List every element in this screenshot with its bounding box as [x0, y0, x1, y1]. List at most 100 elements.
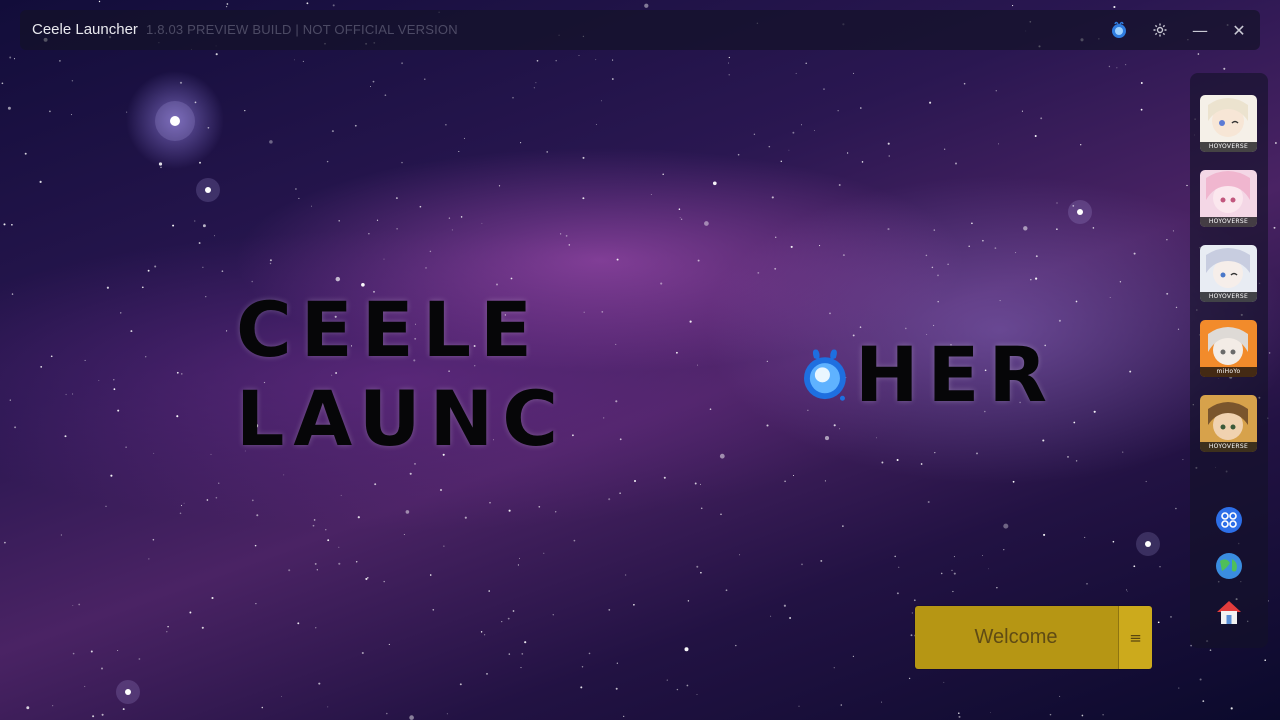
star [72, 604, 74, 606]
star [1133, 252, 1136, 255]
star [106, 286, 109, 289]
star [937, 274, 939, 277]
game-3-brand: HOYOVERSE [1200, 292, 1257, 302]
game-tile-2[interactable]: HOYOVERSE [1200, 170, 1257, 227]
star [753, 133, 756, 135]
gear-icon[interactable] [1149, 19, 1171, 41]
star [1140, 82, 1143, 84]
star [508, 509, 511, 512]
star [154, 265, 157, 268]
star [580, 686, 583, 689]
ceele-mascot-icon[interactable] [1108, 19, 1130, 41]
star [113, 379, 115, 381]
star [1040, 117, 1043, 120]
game-tile-5[interactable]: HOYOVERSE [1200, 395, 1257, 452]
star [524, 641, 527, 644]
star [9, 56, 12, 59]
star [999, 300, 1001, 302]
star [700, 483, 701, 485]
star [1003, 549, 1005, 551]
star [824, 480, 826, 482]
star [126, 111, 128, 113]
star [294, 59, 295, 61]
star [595, 124, 597, 125]
star [183, 502, 185, 504]
star [852, 655, 855, 658]
star [684, 647, 689, 652]
star [952, 590, 954, 593]
star [612, 59, 614, 61]
star [1119, 281, 1122, 283]
star [199, 161, 201, 164]
star [789, 617, 792, 619]
star [225, 5, 228, 8]
minimize-button[interactable]: — [1189, 19, 1211, 41]
globe-icon[interactable] [1214, 551, 1244, 581]
star [1, 82, 4, 85]
star [338, 546, 340, 548]
star [792, 474, 795, 477]
star [578, 54, 580, 56]
close-button[interactable]: ✕ [1228, 19, 1250, 41]
star [1112, 540, 1115, 543]
star [933, 324, 935, 327]
star [65, 393, 67, 396]
star [770, 615, 772, 617]
star [1199, 678, 1202, 681]
star [1102, 714, 1104, 716]
star [823, 88, 825, 90]
network-tool-icon[interactable] [1214, 505, 1244, 535]
bright-star [125, 689, 131, 695]
star [533, 87, 535, 89]
game-tile-3[interactable]: HOYOVERSE [1200, 245, 1257, 302]
star [261, 706, 264, 709]
star [251, 280, 253, 283]
star [728, 74, 730, 76]
star [1067, 456, 1069, 458]
welcome-menu-button[interactable]: ≡ [1118, 606, 1152, 669]
star [1159, 566, 1161, 568]
star [92, 715, 95, 718]
star [486, 673, 488, 675]
star [315, 627, 317, 629]
star [543, 552, 545, 554]
welcome-button[interactable]: Welcome [915, 606, 1117, 669]
star [383, 258, 385, 260]
star [367, 576, 369, 579]
star [64, 435, 67, 438]
star [194, 101, 197, 104]
star [419, 205, 422, 208]
star [70, 114, 73, 116]
star [944, 148, 946, 150]
bright-star [1145, 541, 1151, 547]
star [386, 712, 388, 715]
star [335, 276, 341, 282]
star [686, 684, 689, 687]
star [130, 330, 133, 333]
star [838, 184, 841, 186]
star [595, 59, 597, 61]
star [839, 428, 841, 430]
star [316, 569, 318, 571]
game-tile-1[interactable]: HOYOVERSE [1200, 95, 1257, 152]
star [536, 59, 539, 62]
home-icon[interactable] [1214, 597, 1244, 627]
star [446, 713, 448, 715]
star [148, 558, 150, 560]
game-tile-4[interactable]: miHoYo [1200, 320, 1257, 377]
star [215, 53, 218, 56]
star [600, 100, 602, 102]
star [370, 85, 371, 87]
star [1023, 226, 1028, 231]
star [395, 197, 398, 200]
star [179, 512, 182, 515]
star [798, 705, 800, 707]
star [1175, 306, 1178, 309]
star [1034, 135, 1037, 137]
star [829, 312, 831, 315]
star [376, 219, 379, 221]
star [1145, 480, 1147, 483]
star [211, 596, 214, 600]
star [958, 712, 960, 715]
star [546, 151, 549, 153]
